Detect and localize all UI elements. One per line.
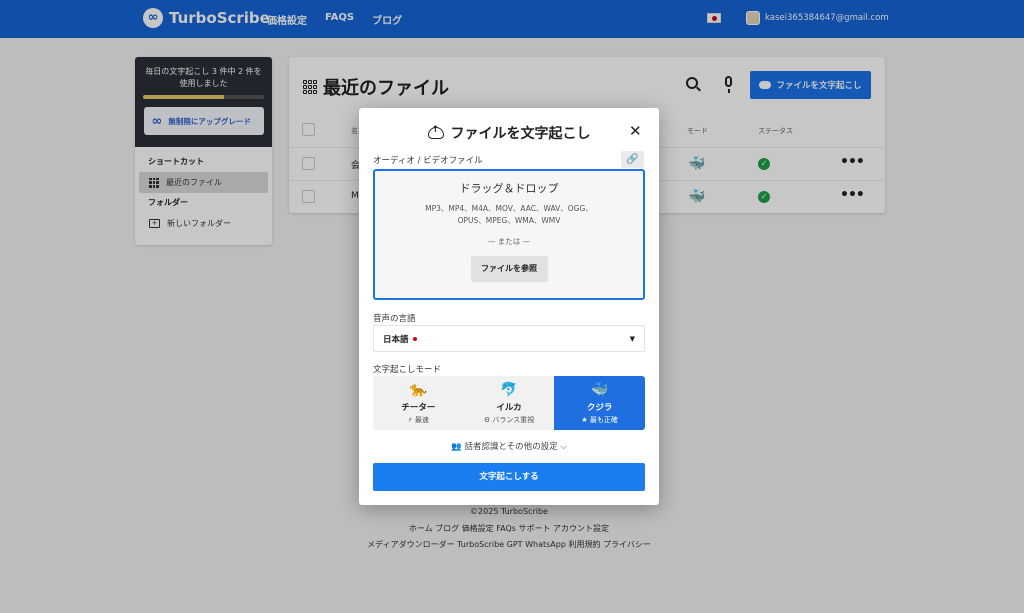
browse-files-button[interactable]: ファイルを参照 <box>470 256 548 282</box>
dropzone-formats: MP3、MP4、M4A、MOV、AAC、WAV、OGG、OPUS、MPEG、WM… <box>425 204 593 225</box>
dropzone-title: ドラッグ＆ドロップ <box>459 182 559 195</box>
mode-sub: ⚙ バランス重視 <box>483 416 535 424</box>
whale-icon: 🐳 <box>590 382 609 398</box>
chevron-down-icon: ▼ <box>629 334 635 343</box>
mode-name: クジラ <box>586 403 613 413</box>
mode-selector: 🐆 チーター ⚡ 最速 🐬 イルカ ⚙ バランス重視 🐳 クジラ ★ 最も正確 <box>373 376 645 430</box>
mode-sub: ★ 最も正確 <box>581 416 618 424</box>
dolphin-icon: 🐬 <box>500 382 518 398</box>
modal-title-text: ファイルを文字起こし <box>450 126 591 142</box>
close-icon[interactable]: ✕ <box>629 122 642 140</box>
file-label: オーディオ / ビデオファイル <box>373 156 483 166</box>
language-label: 音声の言語 <box>373 314 416 324</box>
link-icon[interactable]: 🔗 <box>621 151 644 168</box>
japan-flag-icon <box>412 337 417 341</box>
mode-label: 文字起こしモード <box>373 365 442 375</box>
submit-transcribe-button[interactable]: 文字起こしする <box>373 463 645 491</box>
mode-name: イルカ <box>496 403 522 413</box>
mode-dolphin[interactable]: 🐬 イルカ ⚙ バランス重視 <box>464 376 555 430</box>
mode-cheetah[interactable]: 🐆 チーター ⚡ 最速 <box>373 376 464 430</box>
cheetah-icon: 🐆 <box>409 382 428 398</box>
transcribe-modal: ファイルを文字起こし ✕ オーディオ / ビデオファイル 🔗 ドラッグ＆ドロップ… <box>359 108 659 505</box>
dropzone-or: — または — <box>487 237 531 246</box>
cloud-upload-icon <box>427 125 444 139</box>
language-value: 日本語 <box>383 334 409 345</box>
mode-name: チーター <box>401 403 436 413</box>
language-select[interactable]: 日本語 ▼ <box>373 325 645 352</box>
mode-sub: ⚡ 最速 <box>407 416 429 424</box>
file-dropzone[interactable]: ドラッグ＆ドロップ MP3、MP4、M4A、MOV、AAC、WAV、OGG、OP… <box>373 169 645 300</box>
mode-whale[interactable]: 🐳 クジラ ★ 最も正確 <box>554 376 645 430</box>
speaker-settings-toggle[interactable]: 👥 話者認識とその他の設定 ⌵ <box>359 440 659 452</box>
modal-title: ファイルを文字起こし <box>359 123 659 143</box>
